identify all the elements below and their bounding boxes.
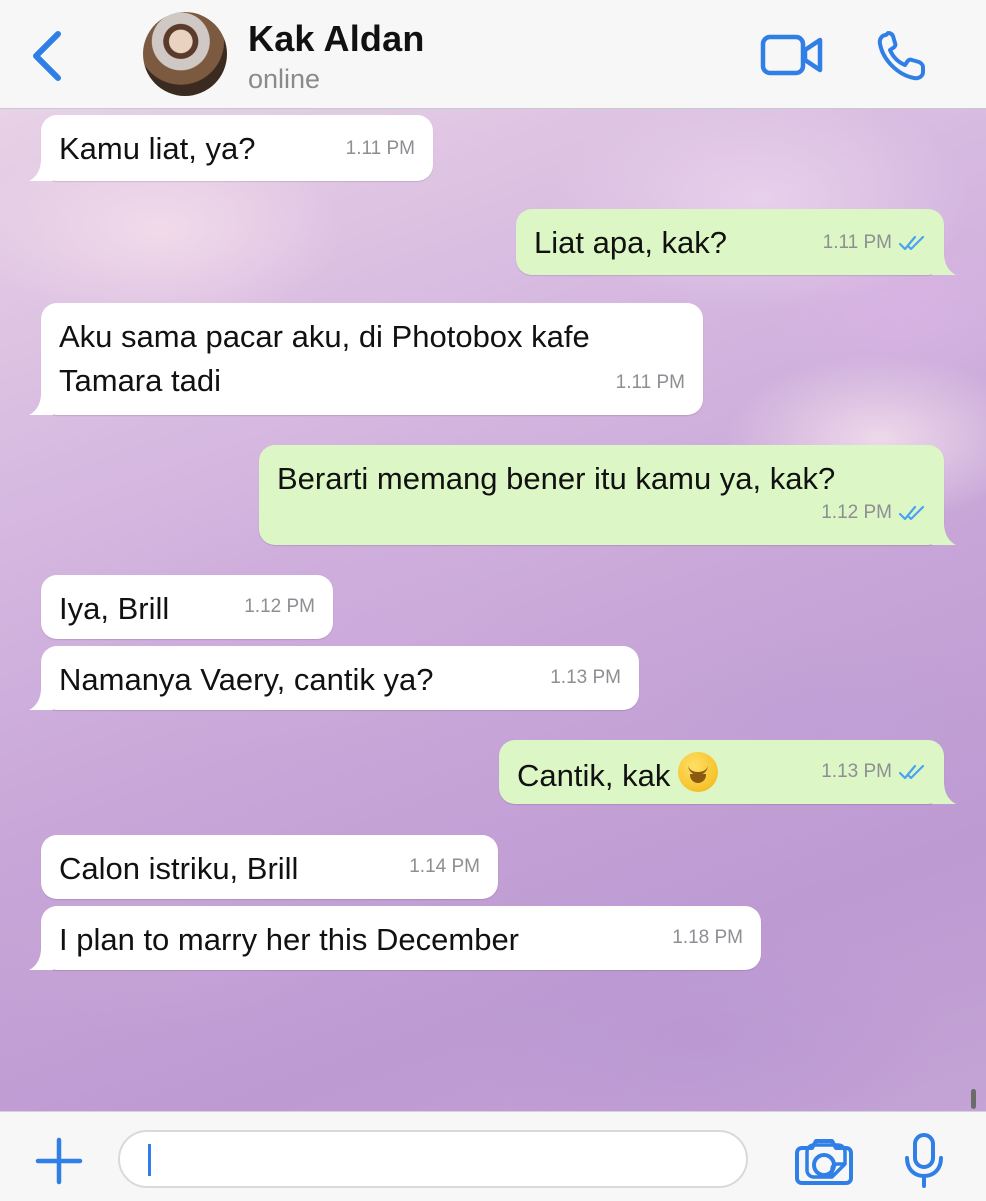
bubble-tail <box>29 948 53 970</box>
camera-icon[interactable] <box>794 1136 854 1186</box>
message-bubble[interactable]: Aku sama pacar aku, di Photobox kafe Tam… <box>29 303 703 415</box>
message-meta: 1.12 PM <box>244 585 315 629</box>
message-time: 1.11 PM <box>345 138 415 159</box>
message-time: 1.12 PM <box>244 596 315 617</box>
microphone-icon[interactable] <box>902 1132 946 1190</box>
message-text: Cantik, kak <box>517 758 671 793</box>
bubble-tail <box>29 688 53 710</box>
message-bubble[interactable]: Namanya Vaery, cantik ya? 1.13 PM <box>29 646 639 710</box>
message-meta: 1.12 PM <box>821 491 926 535</box>
message-time: 1.11 PM <box>822 232 892 253</box>
message-text: Namanya Vaery, cantik ya? <box>59 662 434 697</box>
message-text: Berarti memang bener itu kamu ya, kak? <box>277 461 836 496</box>
double-check-read-icon <box>898 764 925 780</box>
message-time: 1.13 PM <box>821 761 892 782</box>
message-meta: 1.11 PM <box>346 127 415 171</box>
message-meta: 1.13 PM <box>550 656 621 700</box>
bubble-tail <box>932 523 956 545</box>
back-chevron-icon[interactable] <box>28 30 68 82</box>
message-text: Iya, Brill <box>59 591 170 626</box>
message-meta: 1.13 PM <box>821 750 926 794</box>
message-text: Liat apa, kak? <box>534 225 728 260</box>
message-meta: 1.14 PM <box>409 845 480 889</box>
bubble-tail <box>29 159 53 181</box>
message-bubble[interactable]: I plan to marry her this December 1.18 P… <box>29 906 761 970</box>
message-bubble[interactable]: Liat apa, kak? 1.11 PM <box>516 209 956 275</box>
message-time: 1.12 PM <box>821 502 892 523</box>
chat-header: Kak Aldan online <box>0 0 986 109</box>
message-meta: 1.18 PM <box>672 916 743 960</box>
contact-name[interactable]: Kak Aldan <box>248 18 425 60</box>
bubble-tail <box>932 253 956 275</box>
message-text: I plan to marry her this December <box>59 922 520 957</box>
message-input[interactable] <box>144 1132 688 1188</box>
contact-avatar[interactable] <box>143 12 227 96</box>
message-time: 1.11 PM <box>615 372 685 393</box>
message-composer <box>0 1111 986 1201</box>
message-text: Calon istriku, Brill <box>59 851 299 886</box>
message-time: 1.13 PM <box>550 667 621 688</box>
video-call-icon[interactable] <box>760 34 824 76</box>
message-meta: 1.11 PM <box>823 221 926 265</box>
double-check-read-icon <box>898 235 925 251</box>
message-text: Aku sama pacar aku, di Photobox kafe Tam… <box>59 319 590 398</box>
bubble-tail <box>29 393 53 415</box>
message-bubble[interactable]: Berarti memang bener itu kamu ya, kak? 1… <box>259 445 956 545</box>
double-check-read-icon <box>898 505 925 521</box>
message-bubble[interactable]: Iya, Brill 1.12 PM <box>41 575 333 639</box>
plus-icon[interactable] <box>34 1136 84 1186</box>
contact-status: online <box>248 64 321 94</box>
message-meta: 1.11 PM <box>616 361 685 405</box>
hugging-face-emoji-icon <box>678 752 719 792</box>
scrollbar-thumb[interactable] <box>971 1089 976 1109</box>
phone-call-icon[interactable] <box>876 30 932 82</box>
message-time: 1.18 PM <box>672 927 743 948</box>
message-text: Kamu liat, ya? <box>59 131 256 166</box>
bubble-tail <box>932 782 956 804</box>
message-bubble[interactable]: Calon istriku, Brill 1.14 PM <box>41 835 498 899</box>
message-bubble[interactable]: Kamu liat, ya? 1.11 PM <box>29 115 433 181</box>
chat-area[interactable]: Kamu liat, ya? 1.11 PM Liat apa, kak? 1.… <box>0 109 986 1111</box>
message-input-field[interactable] <box>118 1130 847 1188</box>
message-bubble[interactable]: Cantik, kak 1.13 PM <box>499 740 956 804</box>
message-time: 1.14 PM <box>409 856 480 877</box>
text-caret <box>148 1144 151 1176</box>
